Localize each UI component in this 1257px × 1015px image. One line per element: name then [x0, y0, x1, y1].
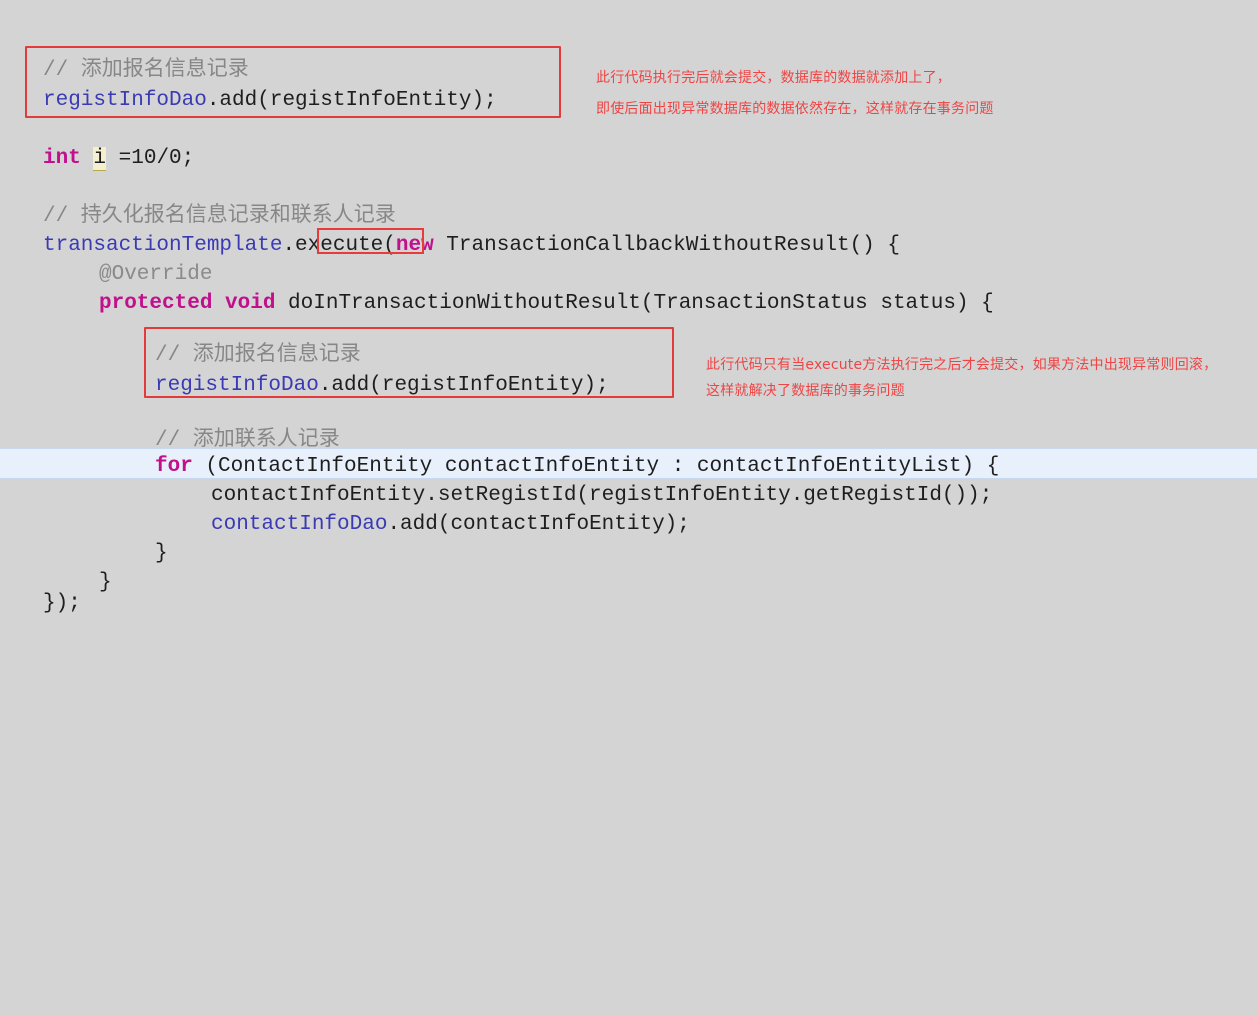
annotation-note-top: 此行代码执行完后就会提交，数据库的数据就添加上了，: [596, 66, 951, 90]
code-line-12: registInfoDao.add(registInfoEntity);: [155, 371, 609, 400]
code-line-18: }: [155, 539, 168, 568]
code-comment: // 持久化报名信息记录和联系人记录: [43, 205, 396, 228]
code-editor-screenshot: // 添加报名信息记录 registInfoDao.add(registInfo…: [0, 0, 1257, 615]
code-identifier-registinfodao: registInfoDao: [43, 89, 207, 112]
code-line-9: protected void doInTransactionWithoutRes…: [99, 289, 994, 318]
code-call-add: .add(contactInfoEntity);: [387, 513, 690, 536]
code-keyword-for: for: [155, 455, 193, 478]
code-line-2: registInfoDao.add(registInfoEntity);: [43, 86, 497, 115]
code-identifier-contactinfodao: contactInfoDao: [211, 513, 388, 536]
code-line-4: int i =10/0;: [43, 144, 194, 173]
code-line-19: }: [99, 568, 112, 597]
callout-box-execute: [317, 228, 424, 254]
code-line-8: @Override: [99, 260, 212, 289]
code-block: // 添加报名信息记录 registInfoDao.add(registInfo…: [0, 0, 1257, 1015]
code-for-header: (ContactInfoEntity contactInfoEntity : c…: [192, 455, 1000, 478]
code-identifier-transactiontemplate: transactionTemplate: [43, 234, 283, 257]
annotation-line-2: 即使后面出现异常数据库的数据依然存在，这样就存在事务问题: [596, 101, 994, 117]
annotation-line-2: 这样就解决了数据库的事务问题: [706, 383, 905, 399]
code-comment: // 添加联系人记录: [155, 429, 340, 452]
code-line-15: for (ContactInfoEntity contactInfoEntity…: [155, 452, 999, 481]
code-line-11: // 添加报名信息记录: [155, 341, 361, 370]
code-closing-brace: }: [99, 571, 112, 594]
code-line-17: contactInfoDao.add(contactInfoEntity);: [211, 510, 690, 539]
code-line-7: transactionTemplate.execute(new Transact…: [43, 231, 900, 260]
code-line-1: // 添加报名信息记录: [43, 56, 249, 85]
code-identifier-registinfodao: registInfoDao: [155, 374, 319, 397]
code-comment: // 添加报名信息记录: [155, 344, 361, 367]
code-comment: // 添加报名信息记录: [43, 59, 249, 82]
code-call-add: .add(registInfoEntity);: [318, 374, 609, 397]
annotation-note-top-2: 即使后面出现异常数据库的数据依然存在，这样就存在事务问题: [596, 97, 994, 121]
code-keyword-int: int: [43, 147, 81, 170]
code-variable-i: i: [93, 147, 107, 171]
code-statement-setregistid: contactInfoEntity.setRegistId(registInfo…: [211, 484, 993, 507]
code-closing-brace: }: [155, 542, 168, 565]
code-call-add: .add(registInfoEntity);: [206, 89, 497, 112]
code-type-callback: TransactionCallbackWithoutResult() {: [433, 234, 900, 257]
code-closing-call: });: [43, 592, 81, 615]
annotation-line-1: 此行代码执行完后就会提交，数据库的数据就添加上了，: [596, 70, 951, 86]
code-keyword-protected-void: protected void: [99, 292, 276, 315]
code-line-14: // 添加联系人记录: [155, 426, 340, 455]
code-line-16: contactInfoEntity.setRegistId(registInfo…: [211, 481, 992, 510]
annotation-line-1: 此行代码只有当execute方法执行完之后才会提交，如果方法中出现异常则回滚，: [706, 357, 1218, 373]
code-line-6: // 持久化报名信息记录和联系人记录: [43, 202, 396, 231]
annotation-note-inner-2: 这样就解决了数据库的事务问题: [706, 379, 905, 403]
code-line-20: });: [43, 589, 81, 618]
code-expression: =10/0;: [106, 147, 195, 170]
annotation-note-inner: 此行代码只有当execute方法执行完之后才会提交，如果方法中出现异常则回滚，: [706, 353, 1217, 377]
code-method-signature: doInTransactionWithoutResult(Transaction…: [275, 292, 994, 315]
code-annotation-override: @Override: [99, 263, 213, 286]
